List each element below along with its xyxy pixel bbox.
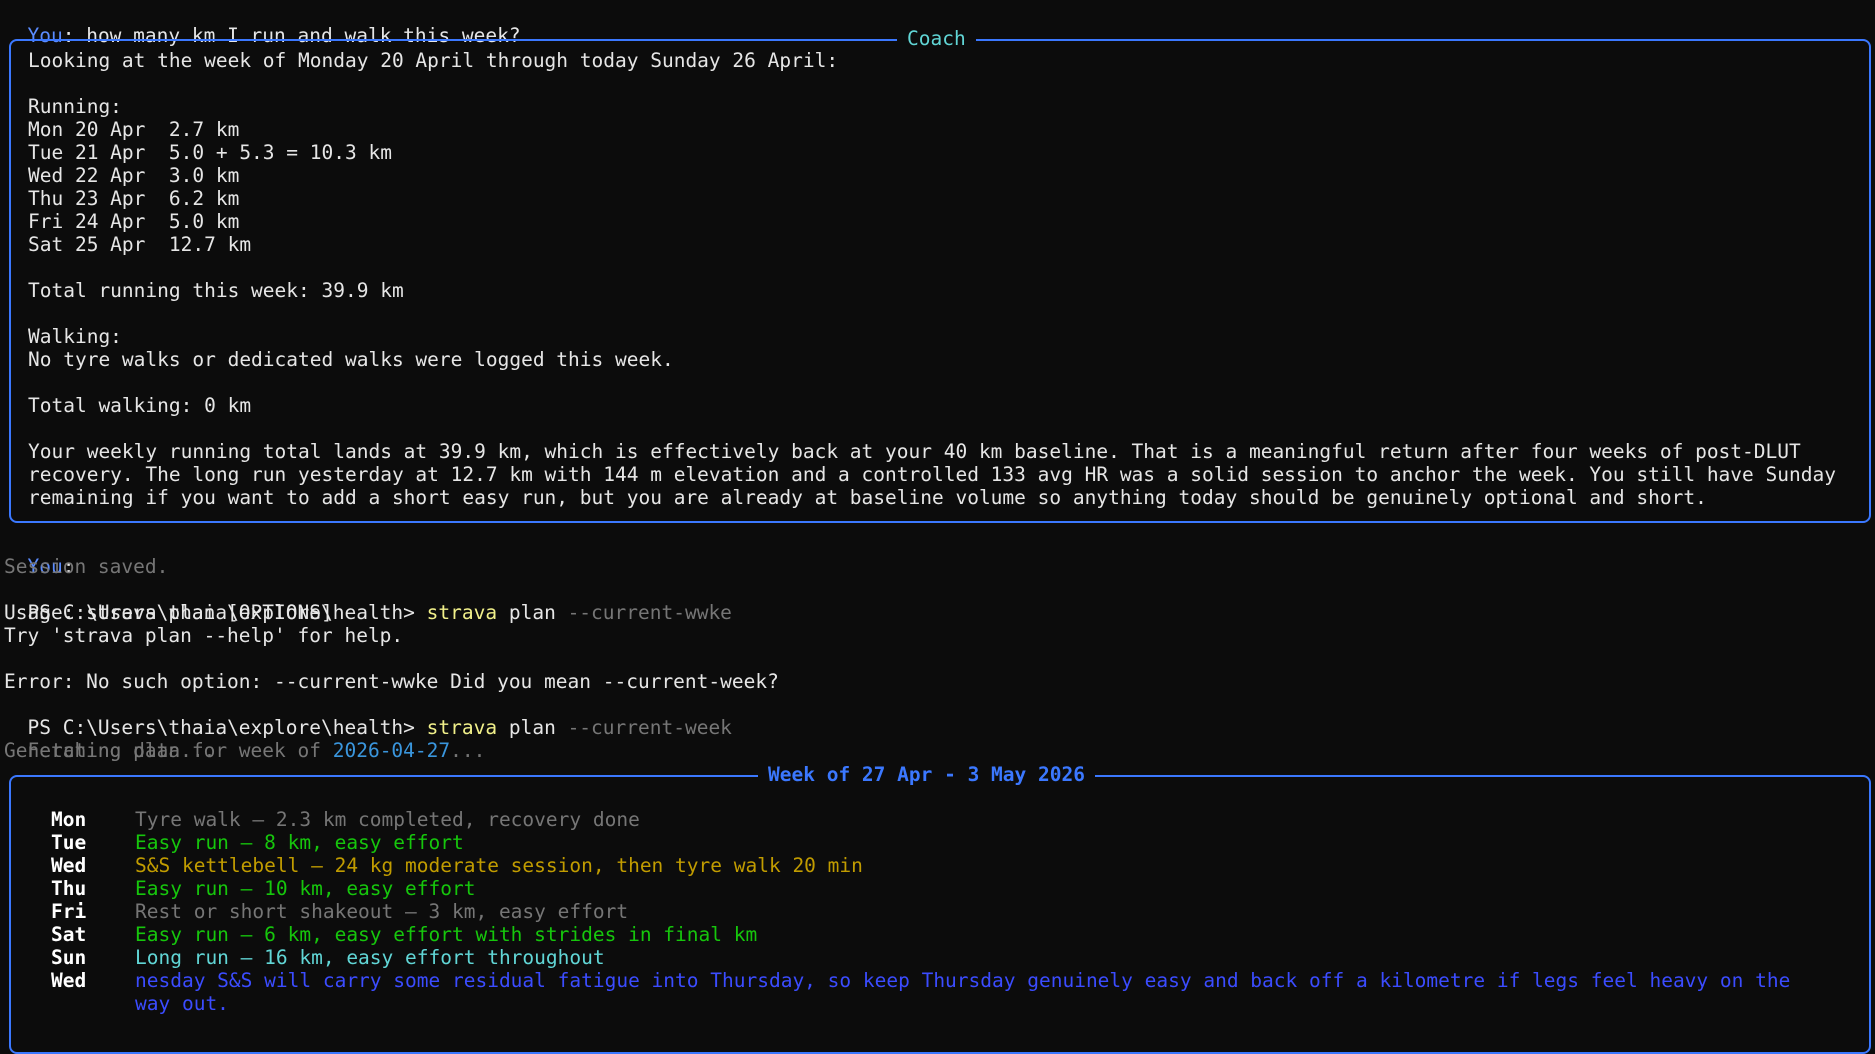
plan-day: Tue bbox=[51, 831, 87, 854]
coach-summary-paragraph: Your weekly running total lands at 39.9 … bbox=[28, 440, 1836, 509]
plan-day: Fri bbox=[51, 900, 87, 923]
command-subcommand: plan bbox=[497, 601, 568, 624]
coach-line: No tyre walks or dedicated walks were lo… bbox=[28, 348, 674, 371]
plan-activity: Easy run — 10 km, easy effort bbox=[135, 877, 476, 900]
coach-line: Fri 24 Apr 5.0 km bbox=[28, 210, 240, 233]
command-flag: --current-week bbox=[567, 716, 732, 739]
week-plan-panel: Week of 27 Apr - 3 May 2026 Mon Tyre wal… bbox=[9, 763, 1871, 1054]
coach-line: Total walking: 0 km bbox=[28, 394, 252, 417]
coach-line: Total running this week: 39.9 km bbox=[28, 279, 404, 302]
plan-row: Sun Long run — 16 km, easy effort throug… bbox=[51, 946, 1849, 969]
plan-row: Thu Easy run — 10 km, easy effort bbox=[51, 877, 1849, 900]
plan-activity: Easy run — 6 km, easy effort with stride… bbox=[135, 923, 758, 946]
generating-message: Generating plan... bbox=[4, 739, 216, 762]
plan-activity: Tyre walk — 2.3 km completed, recovery d… bbox=[135, 808, 640, 831]
command-line-1: PS C:\Users\thaia\explore\health> strava… bbox=[4, 578, 731, 624]
coach-response-panel: Coach Looking at the week of Monday 20 A… bbox=[9, 27, 1871, 523]
plan-row: Mon Tyre walk — 2.3 km completed, recove… bbox=[51, 808, 1849, 831]
you-prompt-line: You: bbox=[4, 532, 74, 578]
plan-day: Wed bbox=[51, 969, 87, 992]
plan-row: Fri Rest or short shakeout — 3 km, easy … bbox=[51, 900, 1849, 923]
coach-line bbox=[28, 256, 1851, 279]
plan-activity: Rest or short shakeout — 3 km, easy effo… bbox=[135, 900, 629, 923]
week-plan-title: Week of 27 Apr - 3 May 2026 bbox=[758, 763, 1095, 786]
plan-row: Sat Easy run — 6 km, easy effort with st… bbox=[51, 923, 1849, 946]
user-question-line: You: how many km I run and walk this wee… bbox=[4, 1, 520, 47]
coach-line: Wed 22 Apr 3.0 km bbox=[28, 164, 240, 187]
coach-line: Looking at the week of Monday 20 April t… bbox=[28, 49, 839, 72]
plan-note-row: Wed nesday S&S will carry some residual … bbox=[51, 969, 1849, 1015]
session-saved-message: Session saved. bbox=[4, 555, 169, 578]
coach-line bbox=[28, 302, 1851, 325]
coach-line: Sat 25 Apr 12.7 km bbox=[28, 233, 252, 256]
plan-note: nesday S&S will carry some residual fati… bbox=[135, 969, 1791, 1015]
plan-activity: Easy run — 8 km, easy effort bbox=[135, 831, 464, 854]
error-message: Error: No such option: --current-wwke Di… bbox=[4, 670, 779, 693]
plan-day: Mon bbox=[51, 808, 87, 831]
coach-line: Mon 20 Apr 2.7 km bbox=[28, 118, 240, 141]
coach-line: Thu 23 Apr 6.2 km bbox=[28, 187, 240, 210]
coach-line: Running: bbox=[28, 95, 122, 118]
coach-line bbox=[28, 371, 1851, 394]
fetching-suffix: ... bbox=[450, 739, 486, 762]
plan-activity: Long run — 16 km, easy effort throughout bbox=[135, 946, 605, 969]
plan-row: Wed S&S kettlebell — 24 kg moderate sess… bbox=[51, 854, 1849, 877]
coach-panel-title: Coach bbox=[897, 27, 976, 50]
coach-response-body: Looking at the week of Monday 20 April t… bbox=[28, 49, 1851, 509]
coach-line bbox=[28, 417, 1851, 440]
coach-line bbox=[28, 72, 1851, 95]
plan-day: Sun bbox=[51, 946, 87, 969]
usage-message: Usage: strava plan [OPTIONS] bbox=[4, 601, 333, 624]
command-name: strava bbox=[426, 601, 498, 624]
fetching-date: 2026-04-27 bbox=[332, 739, 451, 762]
help-hint-message: Try 'strava plan --help' for help. bbox=[4, 624, 404, 647]
command-flag: --current-wwke bbox=[567, 601, 732, 624]
plan-day: Wed bbox=[51, 854, 87, 877]
coach-line: Walking: bbox=[28, 325, 122, 348]
command-line-2: PS C:\Users\thaia\explore\health> strava… bbox=[4, 693, 731, 739]
command-subcommand: plan bbox=[497, 716, 568, 739]
plan-row: Tue Easy run — 8 km, easy effort bbox=[51, 831, 1849, 854]
coach-line: Tue 21 Apr 5.0 + 5.3 = 10.3 km bbox=[28, 141, 392, 164]
plan-activity: S&S kettlebell — 24 kg moderate session,… bbox=[135, 854, 863, 877]
plan-day: Thu bbox=[51, 877, 87, 900]
fetching-message: Fetching data for week of 2026-04-27... bbox=[4, 716, 485, 762]
week-plan-body: Mon Tyre walk — 2.3 km completed, recove… bbox=[51, 808, 1849, 1015]
plan-day: Sat bbox=[51, 923, 87, 946]
